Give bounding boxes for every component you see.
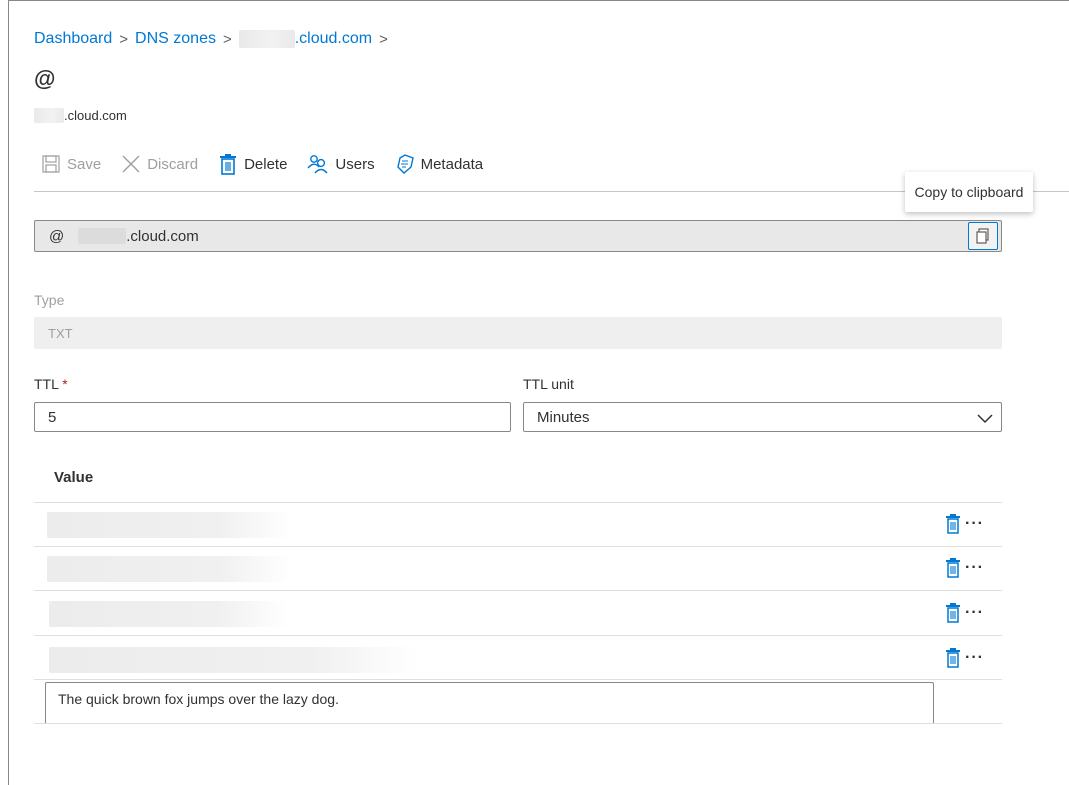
users-label: Users xyxy=(335,155,375,173)
redacted-value-4 xyxy=(49,647,419,673)
breadcrumb-dns-zones[interactable]: DNS zones xyxy=(135,30,216,48)
row-divider xyxy=(34,590,1002,591)
more-options-button[interactable]: ··· xyxy=(965,559,984,577)
ttl-label-text: TTL xyxy=(34,376,59,392)
more-options-button[interactable]: ··· xyxy=(965,515,984,533)
row-divider xyxy=(34,723,1002,724)
row-divider xyxy=(34,546,1002,547)
command-bar: Save Discard Delete Users Metadata xyxy=(41,150,503,178)
row-actions: ··· xyxy=(945,558,984,578)
redacted-value-1 xyxy=(47,512,292,538)
breadcrumb-zone-suffix: .cloud.com xyxy=(294,30,373,47)
ttl-unit-dropdown[interactable]: Minutes xyxy=(523,402,1002,432)
row-divider xyxy=(34,502,1002,503)
close-icon xyxy=(122,155,140,173)
more-options-button[interactable]: ··· xyxy=(965,649,984,667)
more-options-button[interactable]: ··· xyxy=(965,604,984,622)
ttl-input[interactable] xyxy=(34,402,511,432)
redacted-value-2 xyxy=(47,556,292,582)
ttl-unit-selected: Minutes xyxy=(537,408,590,426)
type-label: Type xyxy=(34,292,65,308)
breadcrumb-dashboard[interactable]: Dashboard xyxy=(34,30,112,48)
record-name-prefix: @ xyxy=(49,227,65,245)
breadcrumb-separator: > xyxy=(119,30,129,48)
breadcrumb-separator: > xyxy=(222,30,232,48)
chevron-down-icon xyxy=(977,414,993,424)
copy-icon xyxy=(976,228,989,244)
metadata-button[interactable]: Metadata xyxy=(395,150,484,178)
copy-tooltip: Copy to clipboard xyxy=(905,172,1033,212)
value-column-header: Value xyxy=(54,469,94,486)
page-subtitle-suffix: .cloud.com xyxy=(64,108,127,123)
redacted-zone-name xyxy=(238,30,295,48)
tag-icon xyxy=(396,154,414,174)
page-subtitle: .cloud.com xyxy=(34,108,127,123)
redacted-zone-name xyxy=(34,108,64,123)
metadata-label: Metadata xyxy=(420,155,484,173)
users-button[interactable]: Users xyxy=(307,150,375,178)
delete-label: Delete xyxy=(244,155,288,173)
redacted-zone-name xyxy=(78,228,127,244)
redacted-value-3 xyxy=(49,601,289,627)
row-actions: ··· xyxy=(945,514,984,534)
type-field: TXT xyxy=(34,317,1002,349)
trash-icon xyxy=(220,154,237,175)
page-title: @ xyxy=(34,66,56,91)
row-divider xyxy=(34,679,1002,680)
new-value-input[interactable]: The quick brown fox jumps over the lazy … xyxy=(45,682,934,724)
save-label: Save xyxy=(67,155,102,173)
users-icon xyxy=(307,155,328,174)
save-button[interactable]: Save xyxy=(41,150,101,178)
row-divider xyxy=(34,635,1002,636)
breadcrumb: Dashboard > DNS zones > .cloud.com > xyxy=(34,30,395,48)
trash-icon[interactable] xyxy=(945,648,961,668)
ttl-unit-label: TTL unit xyxy=(523,376,574,392)
trash-icon[interactable] xyxy=(945,558,961,578)
ttl-label: TTL * xyxy=(34,376,68,392)
trash-icon[interactable] xyxy=(945,603,961,623)
required-marker: * xyxy=(62,376,68,392)
discard-label: Discard xyxy=(147,155,199,173)
breadcrumb-zone[interactable]: .cloud.com xyxy=(238,30,373,48)
delete-button[interactable]: Delete xyxy=(218,150,287,178)
breadcrumb-separator: > xyxy=(379,30,388,48)
record-name-field[interactable]: @ .cloud.com xyxy=(34,220,1002,252)
copy-to-clipboard-button[interactable] xyxy=(968,222,998,250)
trash-icon[interactable] xyxy=(945,514,961,534)
record-name-suffix: .cloud.com xyxy=(126,227,199,245)
row-actions: ··· xyxy=(945,603,984,623)
row-actions: ··· xyxy=(945,648,984,668)
save-icon xyxy=(42,155,60,173)
discard-button[interactable]: Discard xyxy=(121,150,198,178)
